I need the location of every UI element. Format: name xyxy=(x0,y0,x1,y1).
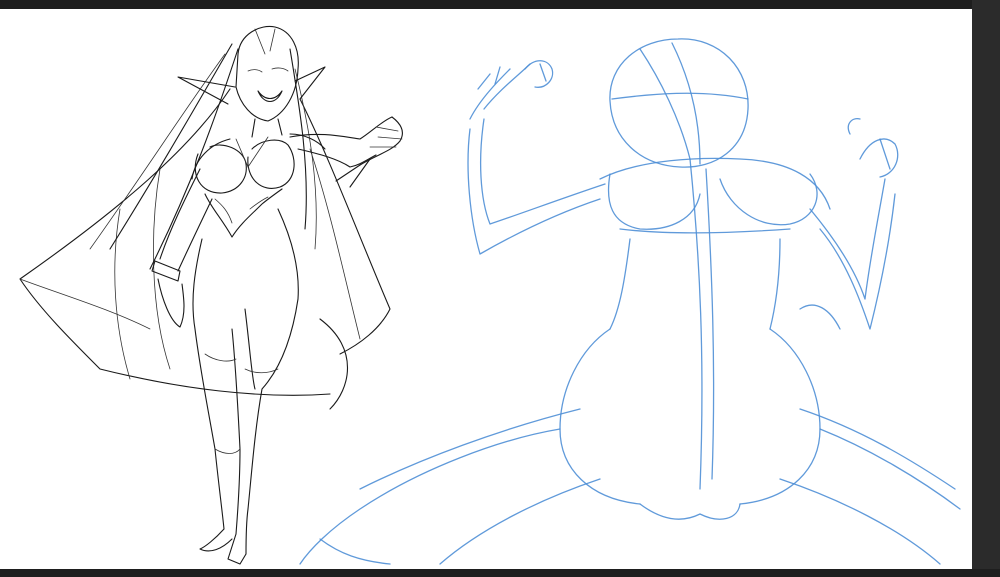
top-toolbar-edge xyxy=(0,0,1000,9)
drawing-canvas[interactable] xyxy=(0,9,972,569)
blue-gesture-sketch xyxy=(299,38,961,565)
lineart-figure xyxy=(19,25,403,565)
bottom-status-edge xyxy=(0,569,1000,577)
artwork-svg xyxy=(19,25,961,565)
drawing-app-window xyxy=(0,0,1000,577)
right-panel-edge xyxy=(972,0,1000,577)
